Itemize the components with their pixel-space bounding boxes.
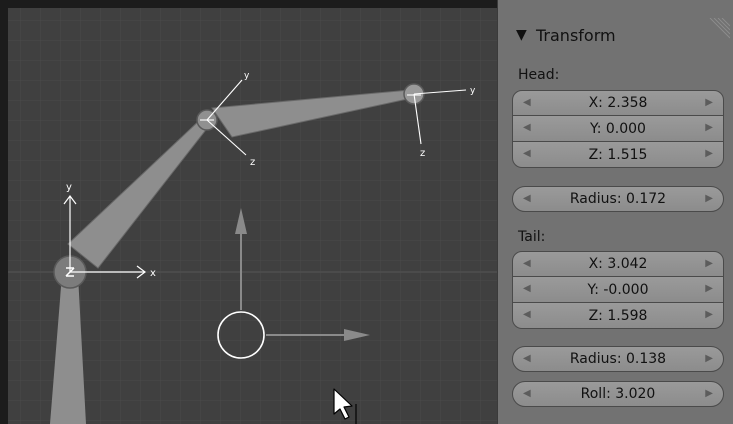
tail-x-field[interactable]: ◀ X: 3.042 ▶	[512, 251, 724, 277]
collapse-triangle-icon[interactable]: ▼	[516, 28, 527, 42]
head-radius-field[interactable]: ◀ Radius: 0.172 ▶	[512, 186, 724, 212]
increment-arrow-icon[interactable]: ▶	[705, 193, 713, 205]
window-frame-left	[0, 0, 8, 424]
decrement-arrow-icon[interactable]: ◀	[523, 388, 531, 400]
decrement-arrow-icon[interactable]: ◀	[523, 353, 531, 365]
head-x-value: X: 2.358	[588, 95, 648, 111]
tail-section-label: Tail:	[518, 229, 546, 245]
head-y-value: Y: 0.000	[590, 120, 646, 137]
tail-x-value: X: 3.042	[588, 256, 648, 272]
window-frame-top	[0, 0, 497, 8]
increment-arrow-icon[interactable]: ▶	[705, 97, 713, 109]
roll-field[interactable]: ◀ Roll: 3.020 ▶	[512, 381, 724, 407]
head-z-value: Z: 1.515	[588, 146, 648, 163]
roll-value: Roll: 3.020	[580, 386, 656, 402]
increment-arrow-icon[interactable]: ▶	[705, 309, 713, 321]
tail-z-field[interactable]: ◀ Z: 1.598 ▶	[512, 303, 724, 329]
tail-y-field[interactable]: ◀ Y: -0.000 ▶	[512, 277, 724, 303]
properties-panel: ▼ Transform Head: ◀ X: 2.358 ▶ ◀ Y: 0.00…	[497, 0, 733, 424]
middle-y-label: y	[244, 71, 250, 81]
head-x-field[interactable]: ◀ X: 2.358 ▶	[512, 90, 724, 116]
head-y-field[interactable]: ◀ Y: 0.000 ▶	[512, 116, 724, 142]
tail-radius-field[interactable]: ◀ Radius: 0.138 ▶	[512, 346, 724, 372]
tail-y-value: Y: -0.000	[587, 281, 649, 298]
decrement-arrow-icon[interactable]: ◀	[523, 122, 531, 134]
head-z-field[interactable]: ◀ Z: 1.515 ▶	[512, 142, 724, 168]
panel-grip-icon[interactable]	[704, 18, 730, 44]
decrement-arrow-icon[interactable]: ◀	[523, 148, 531, 160]
increment-arrow-icon[interactable]: ▶	[705, 258, 713, 270]
increment-arrow-icon[interactable]: ▶	[705, 148, 713, 160]
decrement-arrow-icon[interactable]: ◀	[523, 97, 531, 109]
transform-panel-header[interactable]: ▼ Transform	[498, 8, 733, 52]
increment-arrow-icon[interactable]: ▶	[705, 283, 713, 295]
tail-z-value: Z: 1.598	[588, 307, 648, 324]
tip-y-label: y	[470, 86, 476, 96]
root-y-label: y	[66, 182, 72, 193]
decrement-arrow-icon[interactable]: ◀	[523, 309, 531, 321]
tail-radius-value: Radius: 0.138	[569, 351, 667, 367]
3d-viewport[interactable]: y x y z y z	[0, 0, 497, 424]
viewport-canvas[interactable]: y x y z y z	[0, 0, 497, 424]
middle-z-label: z	[250, 157, 255, 168]
decrement-arrow-icon[interactable]: ◀	[523, 258, 531, 270]
decrement-arrow-icon[interactable]: ◀	[523, 193, 531, 205]
increment-arrow-icon[interactable]: ▶	[705, 388, 713, 400]
tip-z-label: z	[420, 148, 425, 159]
head-section-label: Head:	[518, 67, 560, 83]
head-radius-value: Radius: 0.172	[569, 191, 667, 207]
increment-arrow-icon[interactable]: ▶	[705, 353, 713, 365]
blender-window: y x y z y z ▼ Transform Head: ◀ X: 2.358…	[0, 0, 733, 424]
root-x-label: x	[150, 268, 156, 279]
increment-arrow-icon[interactable]: ▶	[705, 122, 713, 134]
decrement-arrow-icon[interactable]: ◀	[523, 283, 531, 295]
panel-title: Transform	[536, 26, 616, 45]
